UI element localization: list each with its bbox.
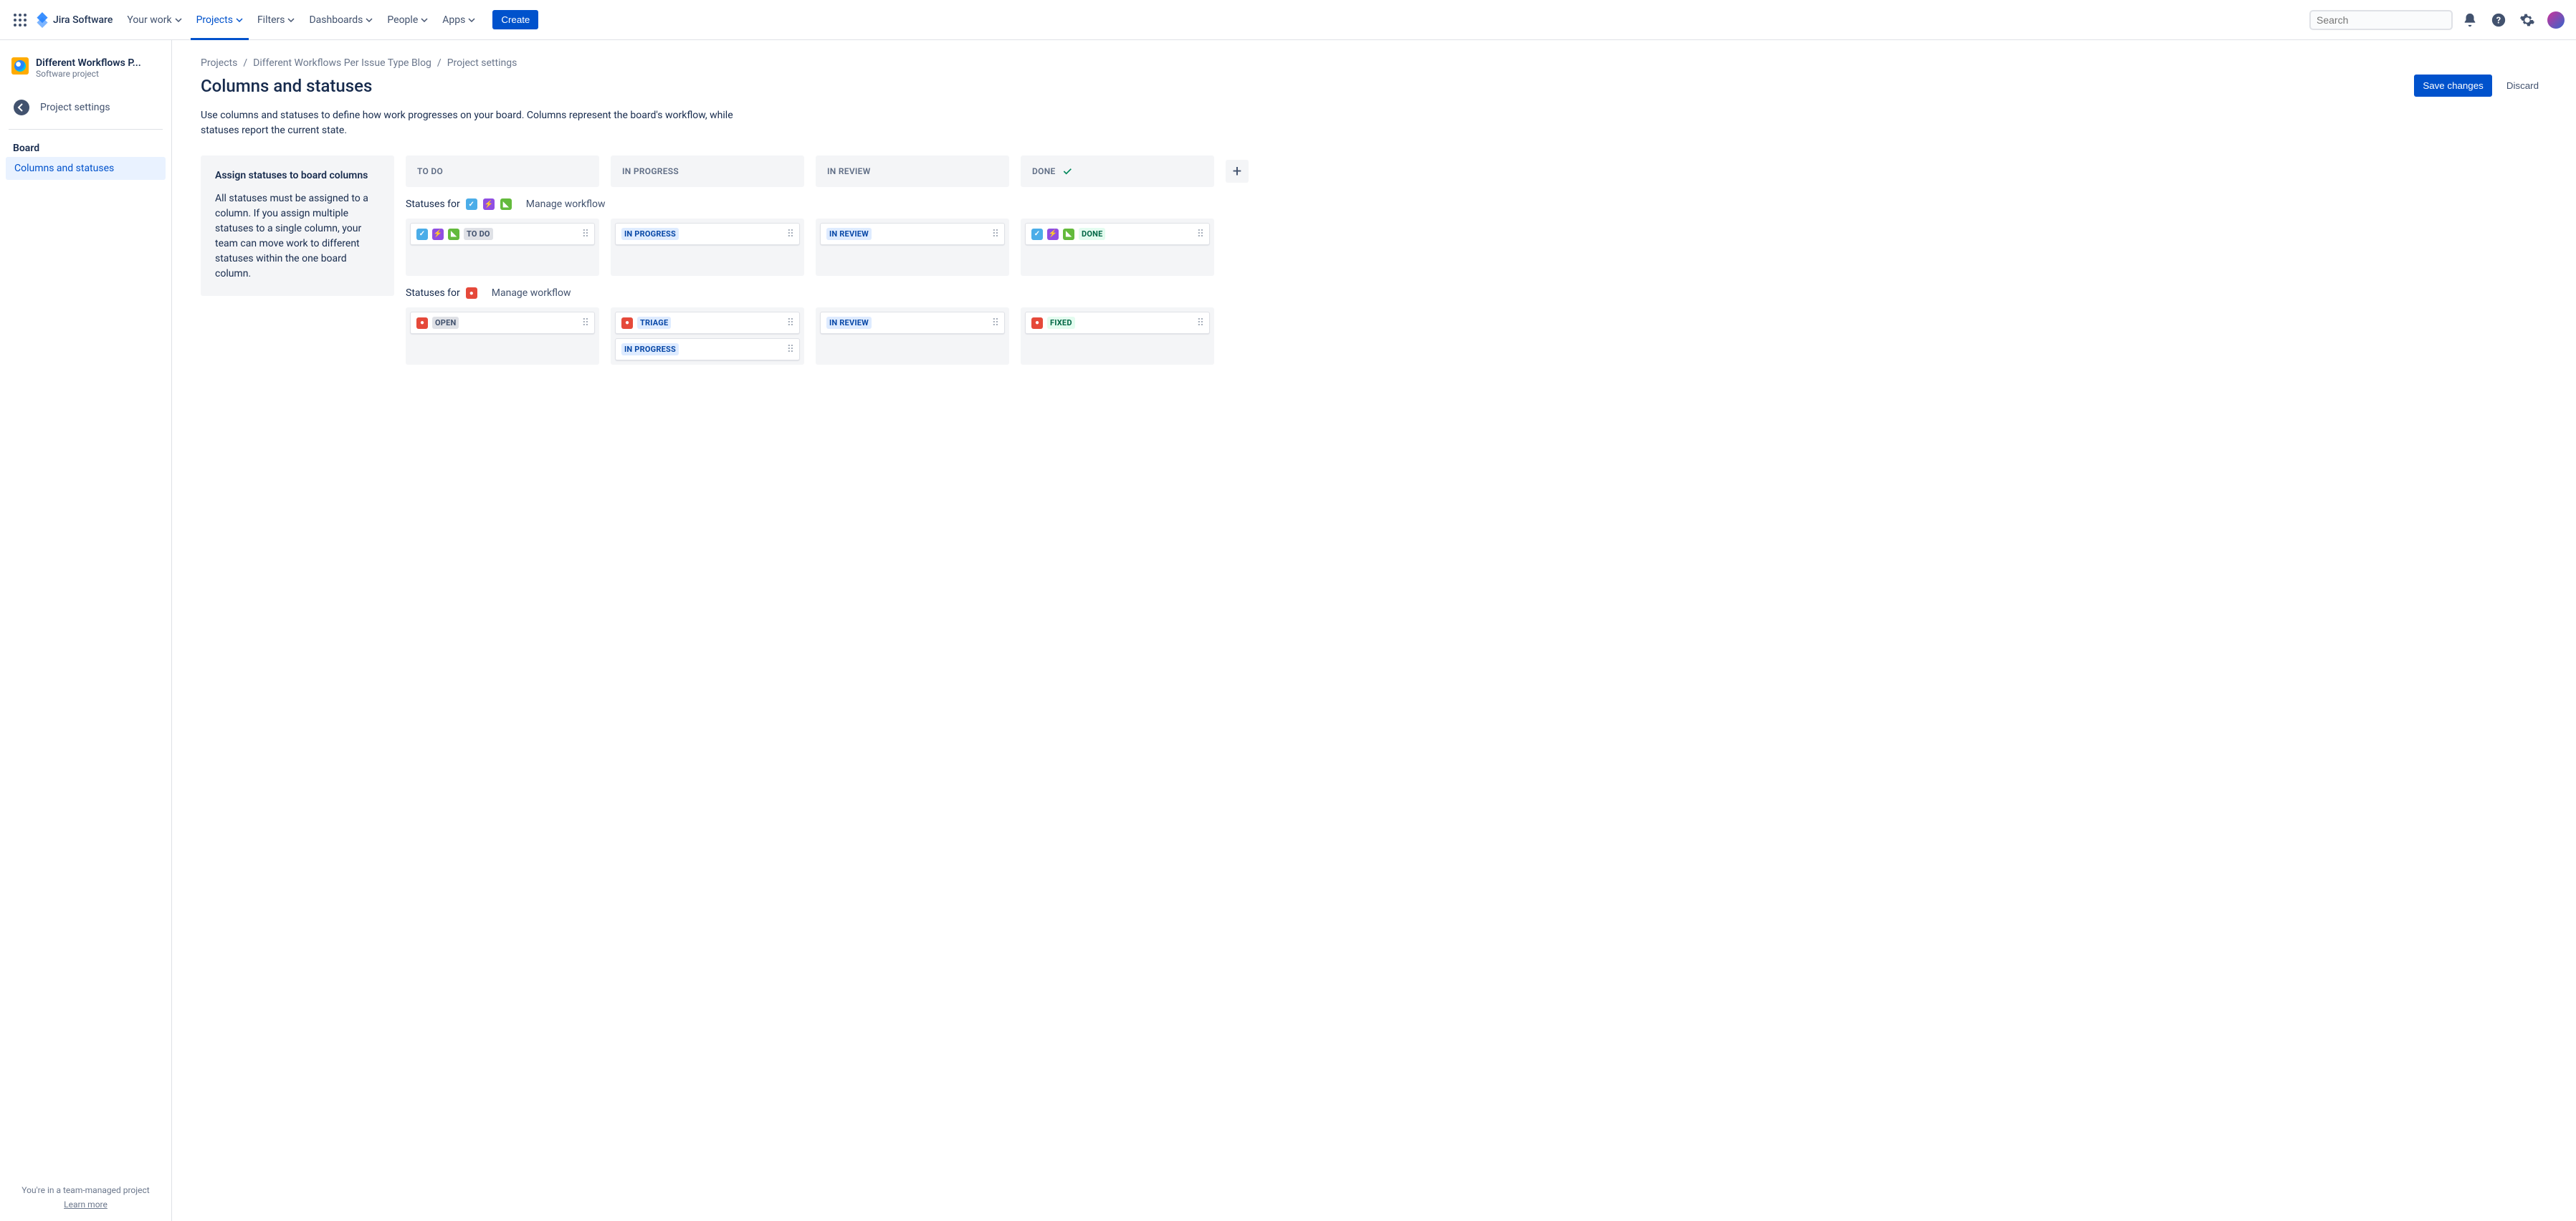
workflow-label-row: Statuses for ● Manage workflow [406,287,2547,299]
sidebar-learn-more[interactable]: Learn more [11,1200,160,1210]
jira-logo[interactable]: Jira Software [34,12,113,28]
status-card-to-do[interactable]: ✓ ⚡ ◣ TO DO ⠿ [410,223,595,245]
manage-workflow-link[interactable]: Manage workflow [526,198,606,210]
task-icon: ✓ [416,229,428,240]
story-icon: ◣ [1063,229,1074,240]
column-header-in-review[interactable]: IN REVIEW [816,155,1009,187]
story-icon: ◣ [448,229,459,240]
epic-icon: ⚡ [1047,229,1059,240]
status-lozenge: DONE [1079,228,1105,240]
done-check-icon [1062,166,1073,177]
epic-icon: ⚡ [483,198,495,210]
status-card-triage[interactable]: ● TRIAGE ⠿ [615,312,800,334]
status-lozenge: IN PROGRESS [621,343,679,355]
column-header-to-do[interactable]: TO DO [406,155,599,187]
bug-icon: ● [1031,317,1043,329]
nav-your-work[interactable]: Your work [121,11,187,29]
page-title: Columns and statuses [201,76,372,96]
bug-icon: ● [416,317,428,329]
status-card-done[interactable]: ✓ ⚡ ◣ DONE ⠿ [1025,223,1210,245]
drag-handle-icon[interactable]: ⠿ [992,229,998,240]
project-header[interactable]: Different Workflows P... Software projec… [6,57,166,93]
status-card-in-review[interactable]: IN REVIEW ⠿ [820,312,1005,334]
nav-people[interactable]: People [381,11,434,29]
column-body[interactable]: ● OPEN ⠿ [406,307,599,365]
status-card-fixed[interactable]: ● FIXED ⠿ [1025,312,1210,334]
column-body[interactable]: ✓ ⚡ ◣ DONE ⠿ [1021,219,1214,276]
bug-icon: ● [466,287,477,299]
page-description: Use columns and statuses to define how w… [201,108,760,138]
svg-text:?: ? [2496,15,2501,26]
column-body[interactable]: IN REVIEW ⠿ [816,307,1009,365]
column-body[interactable]: IN PROGRESS ⠿ [611,219,804,276]
status-lozenge: OPEN [432,317,459,329]
story-icon: ◣ [500,198,512,210]
status-card-open[interactable]: ● OPEN ⠿ [410,312,595,334]
brand-text: Jira Software [53,14,113,26]
status-card-in-progress[interactable]: IN PROGRESS ⠿ [615,223,800,245]
search-box[interactable] [2309,10,2453,30]
project-name: Different Workflows P... [36,57,141,69]
breadcrumb-project[interactable]: Different Workflows Per Issue Type Blog [253,57,431,69]
manage-workflow-link[interactable]: Manage workflow [492,287,571,299]
breadcrumb-settings[interactable]: Project settings [447,57,517,69]
column-header-done[interactable]: DONE [1021,155,1214,187]
info-heading: Assign statuses to board columns [215,170,380,181]
profile-avatar[interactable] [2544,9,2567,32]
project-icon [11,57,29,75]
add-column-button[interactable]: + [1226,160,1249,183]
project-type: Software project [36,69,141,79]
task-icon: ✓ [466,198,477,210]
save-button[interactable]: Save changes [2414,75,2491,97]
app-switcher-icon[interactable] [9,9,32,32]
status-lozenge: FIXED [1047,317,1075,329]
task-icon: ✓ [1031,229,1043,240]
breadcrumb-projects[interactable]: Projects [201,57,237,69]
workflow-label-row: Statuses for ✓ ⚡ ◣ Manage workflow [406,198,2547,210]
drag-handle-icon[interactable]: ⠿ [1197,229,1203,240]
nav-dashboards[interactable]: Dashboards [303,11,378,29]
column-body[interactable]: ● TRIAGE ⠿ IN PROGRESS ⠿ [611,307,804,365]
back-project-settings[interactable]: Project settings [6,93,166,122]
breadcrumb: Projects / Different Workflows Per Issue… [201,57,2547,69]
bug-icon: ● [621,317,633,329]
main-content: Projects / Different Workflows Per Issue… [172,40,2576,1221]
status-card-in-progress[interactable]: IN PROGRESS ⠿ [615,338,800,360]
nav-filters[interactable]: Filters [252,11,301,29]
status-lozenge: TRIAGE [637,317,671,329]
notifications-icon[interactable] [2458,9,2481,32]
sidebar-item-columns-statuses[interactable]: Columns and statuses [6,157,166,180]
create-button[interactable]: Create [492,10,538,29]
top-nav: Jira Software Your workProjectsFiltersDa… [0,0,2576,40]
column-body[interactable]: IN REVIEW ⠿ [816,219,1009,276]
settings-icon[interactable] [2516,9,2539,32]
column-body[interactable]: ✓ ⚡ ◣ TO DO ⠿ [406,219,599,276]
drag-handle-icon[interactable]: ⠿ [787,229,793,240]
status-card-in-review[interactable]: IN REVIEW ⠿ [820,223,1005,245]
drag-handle-icon[interactable]: ⠿ [582,317,588,329]
sidebar: Different Workflows P... Software projec… [0,40,172,1221]
status-lozenge: IN REVIEW [826,317,872,329]
drag-handle-icon[interactable]: ⠿ [582,229,588,240]
column-body[interactable]: ● FIXED ⠿ [1021,307,1214,365]
nav-apps[interactable]: Apps [437,11,481,29]
status-lozenge: IN PROGRESS [621,228,679,240]
status-lozenge: TO DO [464,228,493,240]
discard-button[interactable]: Discard [2498,75,2547,97]
sidebar-footer-text: You're in a team-managed project [11,1185,160,1195]
info-card: Assign statuses to board columns All sta… [201,155,394,296]
help-icon[interactable]: ? [2487,9,2510,32]
info-body: All statuses must be assigned to a colum… [215,191,380,282]
drag-handle-icon[interactable]: ⠿ [787,317,793,329]
drag-handle-icon[interactable]: ⠿ [992,317,998,329]
nav-projects[interactable]: Projects [191,11,249,29]
drag-handle-icon[interactable]: ⠿ [1197,317,1203,329]
column-header-in-progress[interactable]: IN PROGRESS [611,155,804,187]
epic-icon: ⚡ [432,229,444,240]
drag-handle-icon[interactable]: ⠿ [787,344,793,355]
sidebar-heading-board: Board [6,137,166,157]
search-input[interactable] [2317,14,2446,26]
status-lozenge: IN REVIEW [826,228,872,240]
